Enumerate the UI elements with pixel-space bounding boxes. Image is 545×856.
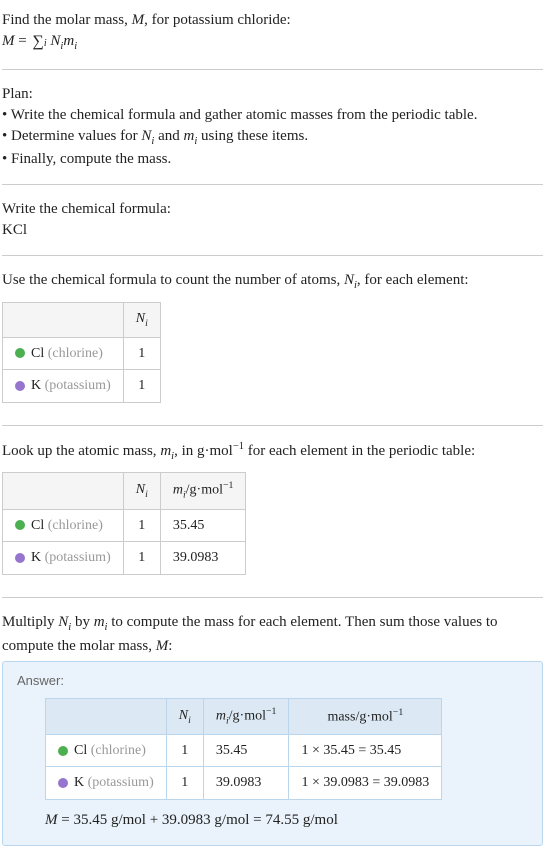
mass-calc: 1 × 35.45 = 35.45 [289, 734, 442, 767]
element-cell: Cl (chlorine) [46, 734, 167, 767]
eq-equals: = [15, 33, 31, 49]
m-value: 35.45 [203, 734, 289, 767]
n-value: 1 [166, 734, 203, 767]
m-header: mi/g·mol−1 [203, 698, 289, 734]
table-row: K (potassium) 1 [3, 370, 161, 403]
table-header-row: Ni mi/g·mol−1 mass/g·mol−1 [46, 698, 442, 734]
blank-header [46, 698, 167, 734]
answer-label: Answer: [17, 672, 528, 690]
cl-dot-icon [15, 520, 25, 530]
sigma-icon: ∑i [30, 34, 46, 50]
answer-box: Answer: Ni mi/g·mol−1 mass/g·mol−1 Cl (c… [2, 661, 543, 847]
k-dot-icon [58, 778, 68, 788]
table-row: Cl (chlorine) 1 35.45 [3, 509, 246, 542]
final-answer: M = 35.45 g/mol + 39.0983 g/mol = 74.55 … [45, 810, 528, 831]
intro-line1: Find the molar mass, M, for potassium ch… [2, 10, 543, 31]
table-header-row: Ni mi/g·mol−1 [3, 473, 246, 509]
plan-section: Plan: • Write the chemical formula and g… [2, 78, 543, 177]
n-header: Ni [123, 303, 160, 338]
mass-calc: 1 × 39.0983 = 39.0983 [289, 767, 442, 800]
eq-lhs: M [2, 33, 15, 49]
formula-header: Write the chemical formula: [2, 199, 543, 220]
answer-table: Ni mi/g·mol−1 mass/g·mol−1 Cl (chlorine)… [45, 698, 442, 800]
table-header-row: Ni [3, 303, 161, 338]
multiply-intro: Multiply Ni by mi to compute the mass fo… [2, 612, 543, 657]
intro-section: Find the molar mass, M, for potassium ch… [2, 4, 543, 61]
plan-bullet-3: • Finally, compute the mass. [2, 149, 543, 170]
var-M: M [132, 12, 145, 28]
plan-header: Plan: [2, 84, 543, 105]
n-value: 1 [123, 542, 160, 575]
mass-header: mass/g·mol−1 [289, 698, 442, 734]
mass-table: Ni mi/g·mol−1 Cl (chlorine) 1 35.45 K (p… [2, 472, 246, 574]
n-value: 1 [123, 337, 160, 370]
element-cell: Cl (chlorine) [3, 509, 124, 542]
plan-bullet-1: • Write the chemical formula and gather … [2, 105, 543, 126]
n-value: 1 [123, 509, 160, 542]
intro-text: Find the molar mass, [2, 12, 132, 28]
plan-bullet-2: • Determine values for Ni and mi using t… [2, 126, 543, 150]
divider [2, 597, 543, 598]
multiply-section: Multiply Ni by mi to compute the mass fo… [2, 606, 543, 852]
table-row: Cl (chlorine) 1 [3, 337, 161, 370]
element-cell: K (potassium) [3, 370, 124, 403]
m-value: 35.45 [160, 509, 246, 542]
element-cell: K (potassium) [46, 767, 167, 800]
chemical-formula: KCl [2, 220, 543, 241]
blank-header [3, 303, 124, 338]
k-dot-icon [15, 381, 25, 391]
n-value: 1 [123, 370, 160, 403]
m-header: mi/g·mol−1 [160, 473, 246, 509]
n-header: Ni [166, 698, 203, 734]
intro-equation: M = ∑i Nimi [2, 31, 543, 55]
table-row: Cl (chlorine) 1 35.45 1 × 35.45 = 35.45 [46, 734, 442, 767]
m-value: 39.0983 [203, 767, 289, 800]
cl-dot-icon [15, 348, 25, 358]
element-cell: K (potassium) [3, 542, 124, 575]
formula-section: Write the chemical formula: KCl [2, 193, 543, 247]
count-section: Use the chemical formula to count the nu… [2, 264, 543, 416]
table-row: K (potassium) 1 39.0983 [3, 542, 246, 575]
eq-N: N [50, 33, 60, 49]
divider [2, 184, 543, 185]
n-header: Ni [123, 473, 160, 509]
mass-intro: Look up the atomic mass, mi, in g·mol−1 … [2, 440, 543, 465]
divider [2, 255, 543, 256]
table-row: K (potassium) 1 39.0983 1 × 39.0983 = 39… [46, 767, 442, 800]
count-table: Ni Cl (chlorine) 1 K (potassium) 1 [2, 302, 161, 403]
divider [2, 69, 543, 70]
blank-header [3, 473, 124, 509]
n-value: 1 [166, 767, 203, 800]
mass-section: Look up the atomic mass, mi, in g·mol−1 … [2, 434, 543, 589]
eq-m: m [63, 33, 74, 49]
count-intro: Use the chemical formula to count the nu… [2, 270, 543, 294]
divider [2, 425, 543, 426]
intro-text: , for potassium chloride: [144, 12, 291, 28]
cl-dot-icon [58, 746, 68, 756]
m-value: 39.0983 [160, 542, 246, 575]
k-dot-icon [15, 553, 25, 563]
eq-m-sub: i [74, 41, 77, 52]
element-cell: Cl (chlorine) [3, 337, 124, 370]
